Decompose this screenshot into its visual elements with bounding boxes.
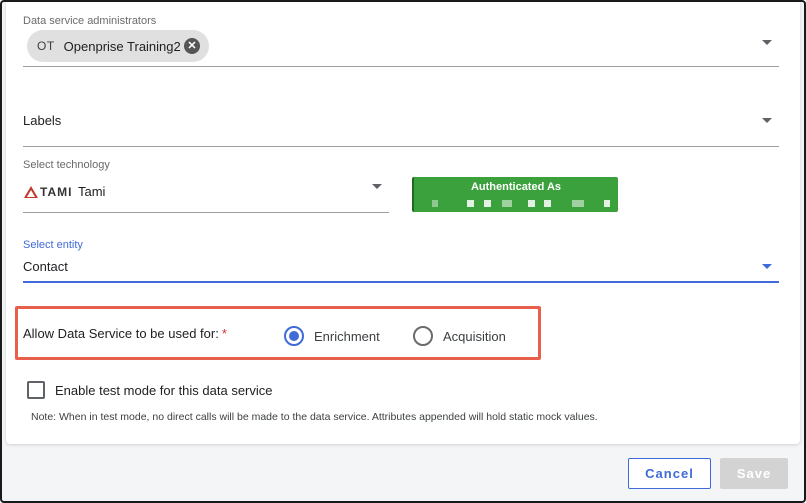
- enrichment-radio-label[interactable]: Enrichment: [314, 329, 380, 344]
- entity-dropdown-caret-icon[interactable]: [762, 264, 772, 269]
- technology-select[interactable]: Tami: [78, 184, 105, 199]
- acquisition-radio-label[interactable]: Acquisition: [443, 329, 506, 344]
- technology-dropdown-caret-icon[interactable]: [372, 184, 382, 189]
- entity-label: Select entity: [23, 239, 83, 251]
- admin-chip[interactable]: OT Openprise Training2 ✕: [27, 30, 209, 62]
- entity-underline: [23, 281, 779, 283]
- technology-underline: [23, 212, 389, 213]
- save-button[interactable]: Save: [720, 458, 788, 489]
- enrichment-radio[interactable]: [284, 326, 304, 346]
- labels-dropdown-caret-icon[interactable]: [762, 118, 772, 123]
- required-mark: *: [221, 326, 227, 341]
- authenticated-as-button[interactable]: Authenticated As: [412, 177, 618, 212]
- cancel-button[interactable]: Cancel: [628, 458, 711, 489]
- auth-title: Authenticated As: [470, 181, 562, 193]
- chip-name: Openprise Training2: [63, 38, 181, 54]
- tami-logo-text: TAMI: [40, 185, 73, 199]
- usage-label: Allow Data Service to be used for: *: [23, 326, 227, 341]
- dialog-frame: Data service administrators OT Openprise…: [0, 0, 806, 503]
- data-service-form: Data service administrators OT Openprise…: [6, 2, 800, 444]
- redacted-account: [424, 200, 614, 208]
- tami-logo-icon: TAMI: [24, 185, 72, 199]
- technology-label: Select technology: [23, 159, 110, 171]
- chip-initials: OT: [37, 39, 55, 53]
- acquisition-radio[interactable]: [413, 326, 433, 346]
- close-circle-icon[interactable]: ✕: [184, 38, 200, 54]
- admins-dropdown-caret-icon[interactable]: [762, 40, 772, 45]
- test-mode-label[interactable]: Enable test mode for this data service: [55, 383, 273, 398]
- test-mode-checkbox[interactable]: [27, 381, 45, 399]
- test-mode-note: Note: When in test mode, no direct calls…: [31, 411, 598, 423]
- labels-underline: [23, 146, 779, 147]
- usage-label-text: Allow Data Service to be used for:: [23, 326, 219, 341]
- entity-select[interactable]: Contact: [23, 259, 68, 274]
- admins-underline: [23, 66, 779, 67]
- labels-select[interactable]: Labels: [23, 113, 61, 128]
- admins-label: Data service administrators: [23, 15, 157, 27]
